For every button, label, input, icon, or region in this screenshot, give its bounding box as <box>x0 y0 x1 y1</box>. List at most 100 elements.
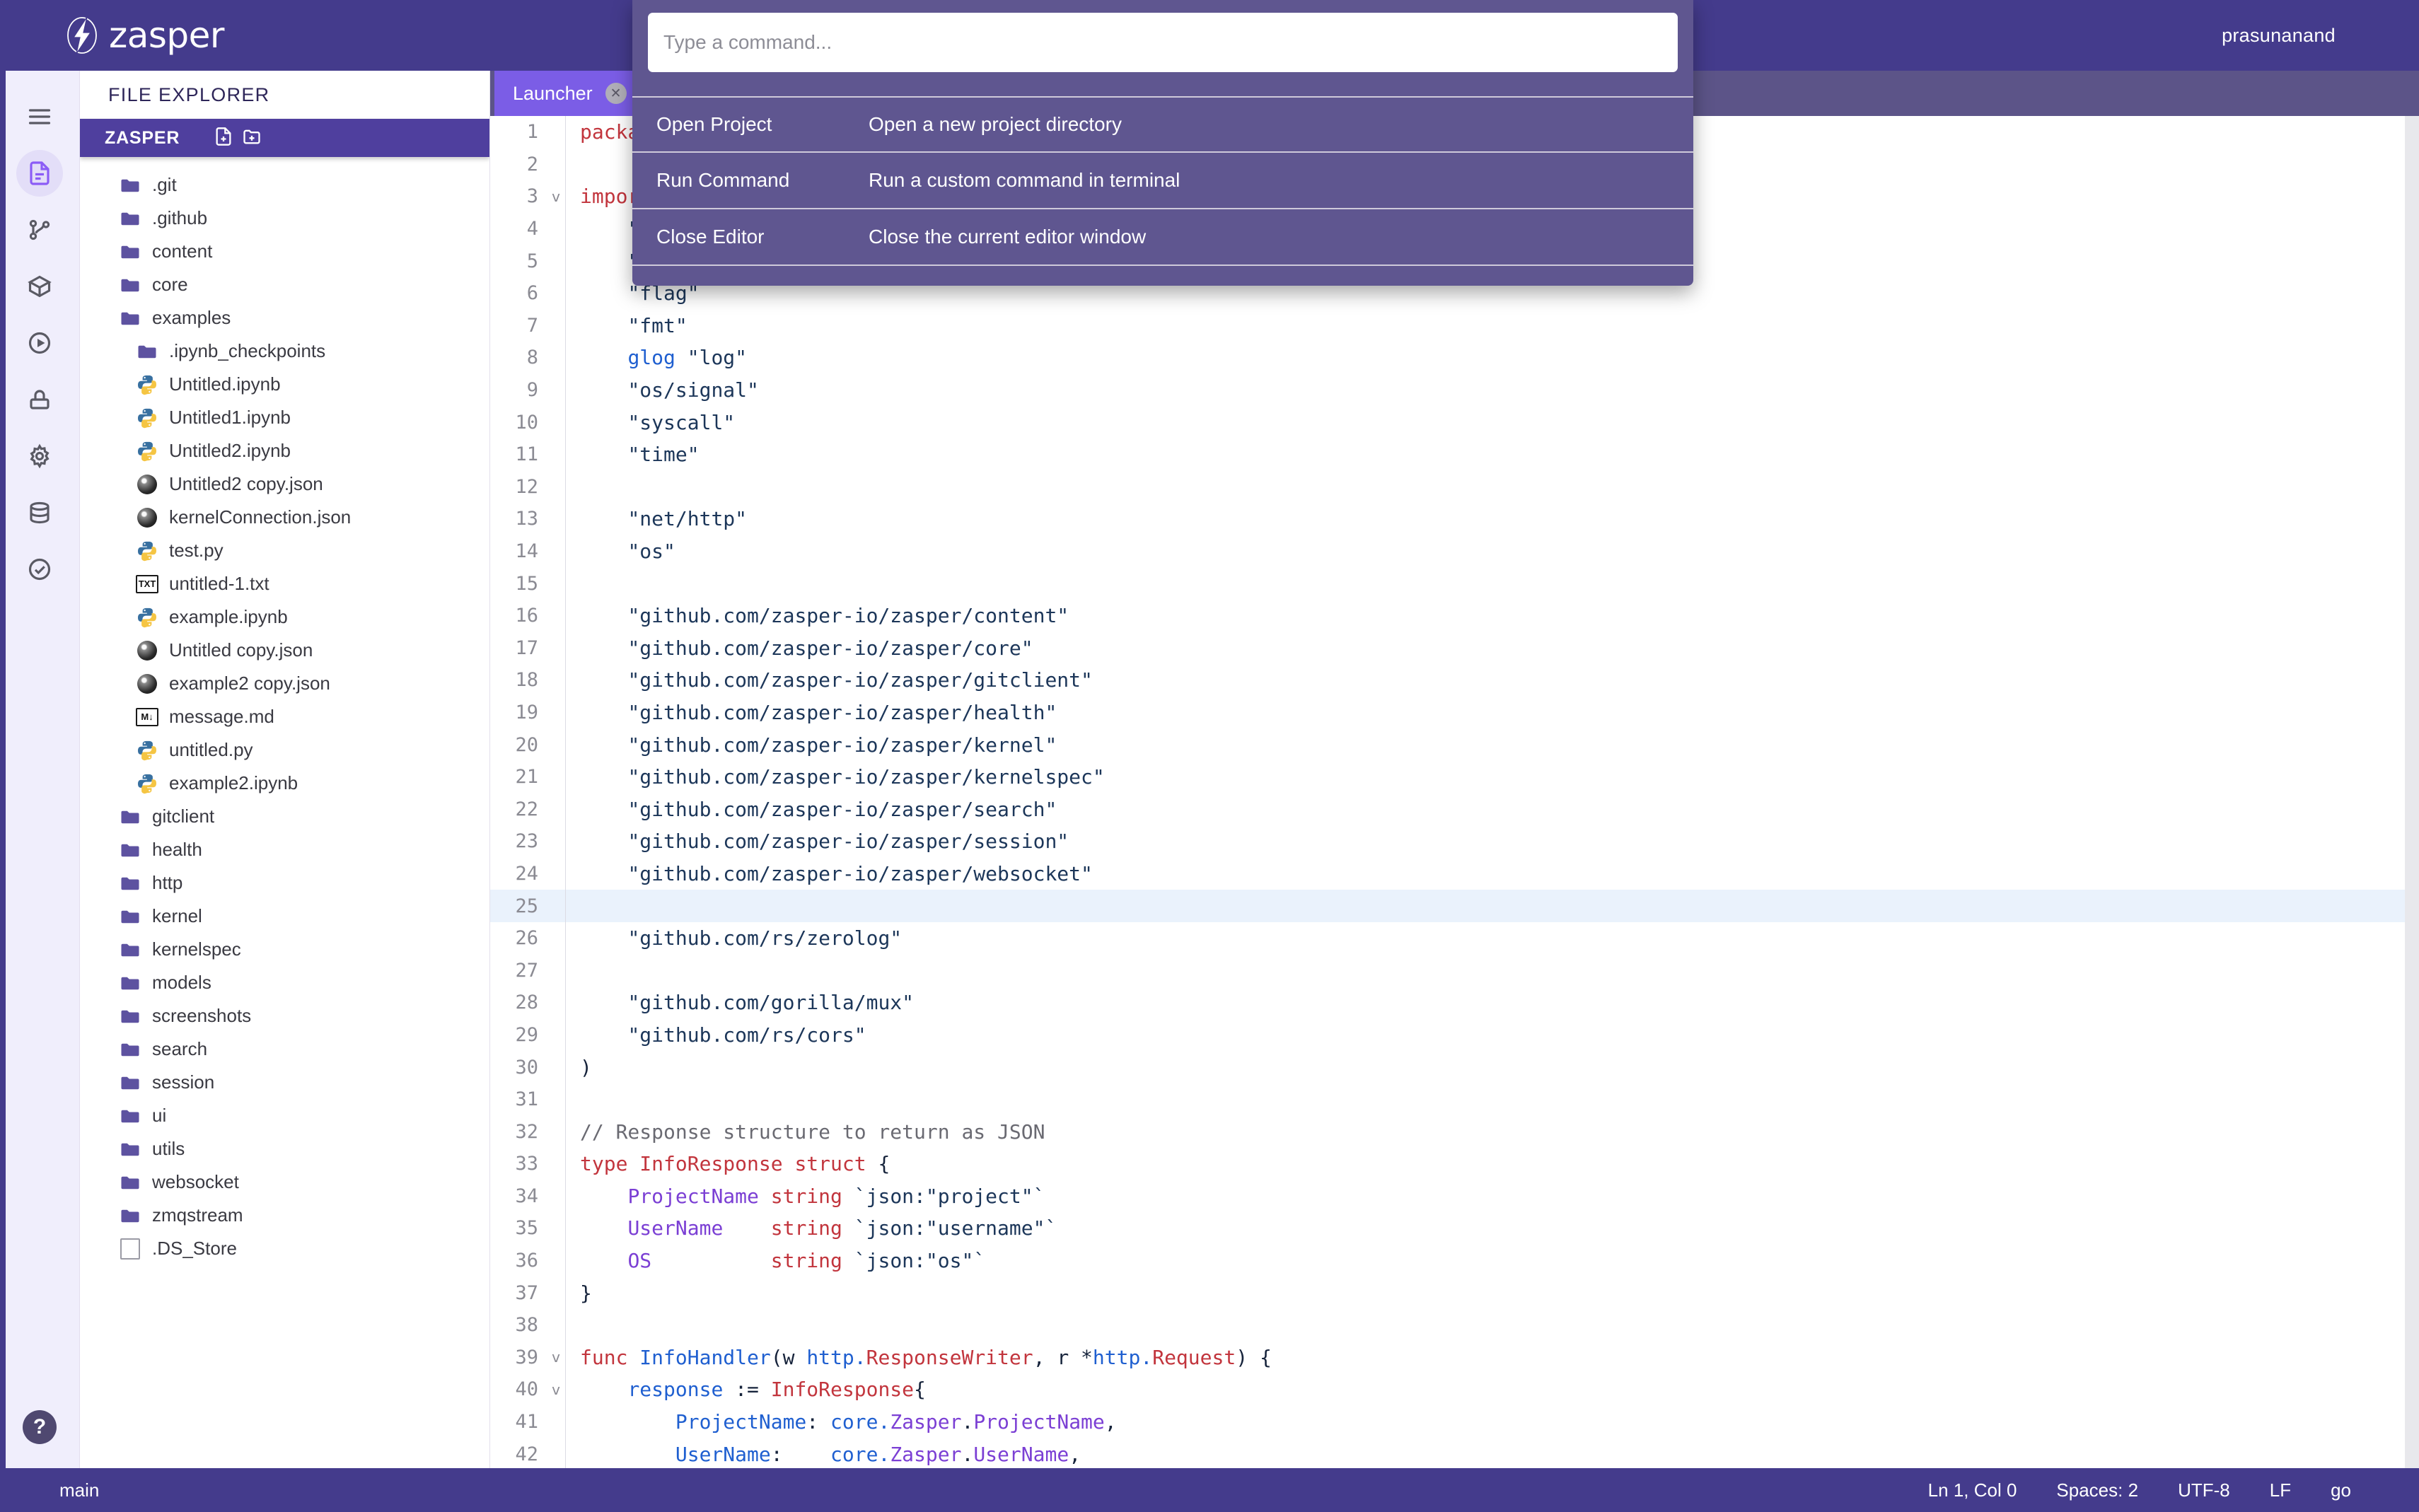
tree-item[interactable]: M↓message.md <box>80 700 489 733</box>
tree-item[interactable]: Untitled2.ipynb <box>80 434 489 467</box>
sidebar-item-extensions[interactable] <box>16 263 63 310</box>
tree-item[interactable]: health <box>80 833 489 866</box>
code-line[interactable]: 38 <box>490 1309 2405 1342</box>
code-line[interactable]: 23 "github.com/zasper-io/zasper/session" <box>490 825 2405 858</box>
close-icon[interactable]: ✕ <box>605 83 627 104</box>
code-line[interactable]: 27 <box>490 954 2405 987</box>
tree-item[interactable]: session <box>80 1066 489 1099</box>
code-line[interactable]: 7 "fmt" <box>490 310 2405 342</box>
new-folder-icon[interactable] <box>242 127 262 150</box>
code-line[interactable]: 14 "os" <box>490 535 2405 568</box>
command-input[interactable] <box>663 31 1662 54</box>
code-line[interactable]: 36 OS string `json:"os"` <box>490 1245 2405 1277</box>
code-line[interactable]: 11 "time" <box>490 438 2405 471</box>
code-line[interactable]: 39vfunc InfoHandler(w http.ResponseWrite… <box>490 1342 2405 1374</box>
code-line[interactable]: 26 "github.com/rs/zerolog" <box>490 922 2405 955</box>
sidebar-item-explorer[interactable] <box>16 150 63 197</box>
code-line[interactable]: 16 "github.com/zasper-io/zasper/content" <box>490 600 2405 632</box>
command-item[interactable]: Open ProjectOpen a new project directory <box>632 96 1693 153</box>
tree-item[interactable]: Untitled copy.json <box>80 634 489 667</box>
tree-item[interactable]: kernel <box>80 900 489 933</box>
tree-item[interactable]: example.ipynb <box>80 600 489 634</box>
code-line[interactable]: 15 <box>490 567 2405 600</box>
fold-toggle-icon[interactable]: v <box>547 188 565 205</box>
status-cursor-position[interactable]: Ln 1, Col 0 <box>1928 1479 2017 1501</box>
code-lines[interactable]: 1package main23vimport (4 "context"5 "em… <box>490 116 2405 1468</box>
fold-toggle-icon[interactable]: v <box>547 1349 565 1366</box>
command-palette[interactable]: Open ProjectOpen a new project directory… <box>632 0 1693 286</box>
code-line[interactable]: 22 "github.com/zasper-io/zasper/search" <box>490 793 2405 825</box>
hamburger-menu-icon[interactable] <box>16 93 63 140</box>
code-line[interactable]: 40v response := InfoResponse{ <box>490 1373 2405 1406</box>
code-line[interactable]: 33type InfoResponse struct { <box>490 1148 2405 1180</box>
sidebar-item-secrets[interactable] <box>16 376 63 423</box>
code-line[interactable]: 41 ProjectName: core.Zasper.ProjectName, <box>490 1406 2405 1438</box>
code-line[interactable]: 37} <box>490 1277 2405 1309</box>
tree-item[interactable]: utils <box>80 1132 489 1165</box>
editor-tab[interactable]: Launcher✕ <box>494 71 645 116</box>
code-line[interactable]: 21 "github.com/zasper-io/zasper/kernelsp… <box>490 761 2405 793</box>
code-line[interactable]: 8 glog "log" <box>490 342 2405 374</box>
tree-item[interactable]: TXTuntitled-1.txt <box>80 567 489 600</box>
tree-item[interactable]: content <box>80 235 489 268</box>
tree-item[interactable]: core <box>80 268 489 301</box>
new-file-icon[interactable] <box>214 127 233 150</box>
command-list[interactable]: Open ProjectOpen a new project directory… <box>632 96 1693 266</box>
code-line[interactable]: 9 "os/signal" <box>490 374 2405 407</box>
code-editor[interactable]: 1package main23vimport (4 "context"5 "em… <box>490 116 2419 1468</box>
tree-item[interactable]: kernelspec <box>80 933 489 966</box>
tree-item[interactable]: .git <box>80 168 489 202</box>
user-name[interactable]: prasunanand <box>2222 25 2336 47</box>
code-line[interactable]: 10 "syscall" <box>490 406 2405 438</box>
tree-item[interactable]: Untitled2 copy.json <box>80 467 489 501</box>
sidebar-item-source-control[interactable] <box>16 207 63 253</box>
tree-item[interactable]: models <box>80 966 489 999</box>
sidebar-item-database[interactable] <box>16 489 63 536</box>
sidebar-item-run[interactable] <box>16 320 63 366</box>
code-line[interactable]: 30) <box>490 1051 2405 1083</box>
tree-item[interactable]: screenshots <box>80 999 489 1033</box>
code-line[interactable]: 32// Response structure to return as JSO… <box>490 1115 2405 1148</box>
code-line[interactable]: 42 UserName: core.Zasper.UserName, <box>490 1438 2405 1468</box>
tree-item[interactable]: example2 copy.json <box>80 667 489 700</box>
code-line[interactable]: 19 "github.com/zasper-io/zasper/health" <box>490 697 2405 729</box>
code-line[interactable]: 20 "github.com/zasper-io/zasper/kernel" <box>490 728 2405 761</box>
tree-item[interactable]: kernelConnection.json <box>80 501 489 534</box>
tree-item[interactable]: Untitled.ipynb <box>80 368 489 401</box>
help-icon[interactable]: ? <box>23 1410 57 1444</box>
command-item[interactable]: Close EditorClose the current editor win… <box>632 209 1693 266</box>
explorer-root-row[interactable]: ZASPER <box>80 119 489 157</box>
tree-item[interactable]: http <box>80 866 489 900</box>
tree-item[interactable]: .github <box>80 202 489 235</box>
status-branch[interactable]: main <box>59 1479 99 1501</box>
status-encoding[interactable]: UTF-8 <box>2178 1479 2230 1501</box>
command-input-wrap[interactable] <box>648 13 1678 72</box>
tree-item[interactable]: ui <box>80 1099 489 1132</box>
code-line[interactable]: 31 <box>490 1083 2405 1116</box>
status-eol[interactable]: LF <box>2270 1479 2291 1501</box>
tree-item[interactable]: zmqstream <box>80 1199 489 1232</box>
tree-item[interactable]: websocket <box>80 1165 489 1199</box>
tree-item[interactable]: test.py <box>80 534 489 567</box>
command-item[interactable]: Run CommandRun a custom command in termi… <box>632 153 1693 209</box>
code-line[interactable]: 34 ProjectName string `json:"project"` <box>490 1180 2405 1213</box>
status-indentation[interactable]: Spaces: 2 <box>2056 1479 2138 1501</box>
fold-toggle-icon[interactable]: v <box>547 1381 565 1398</box>
sidebar-item-tasks[interactable] <box>16 546 63 593</box>
tree-item[interactable]: .DS_Store <box>80 1232 489 1265</box>
status-language[interactable]: go <box>2331 1479 2351 1501</box>
code-line[interactable]: 18 "github.com/zasper-io/zasper/gitclien… <box>490 664 2405 697</box>
sidebar-item-settings[interactable] <box>16 433 63 479</box>
tree-item[interactable]: gitclient <box>80 800 489 833</box>
tree-item[interactable]: untitled.py <box>80 733 489 767</box>
code-line[interactable]: 13 "net/http" <box>490 503 2405 535</box>
tree-item[interactable]: search <box>80 1033 489 1066</box>
tree-item[interactable]: .ipynb_checkpoints <box>80 335 489 368</box>
vertical-scrollbar[interactable] <box>2405 116 2419 1468</box>
code-line[interactable]: 28 "github.com/gorilla/mux" <box>490 987 2405 1019</box>
app-logo[interactable]: zasper <box>62 15 224 56</box>
code-line[interactable]: 29 "github.com/rs/cors" <box>490 1019 2405 1052</box>
tree-item[interactable]: Untitled1.ipynb <box>80 401 489 434</box>
code-line[interactable]: 12 <box>490 471 2405 504</box>
tree-item[interactable]: example2.ipynb <box>80 767 489 800</box>
